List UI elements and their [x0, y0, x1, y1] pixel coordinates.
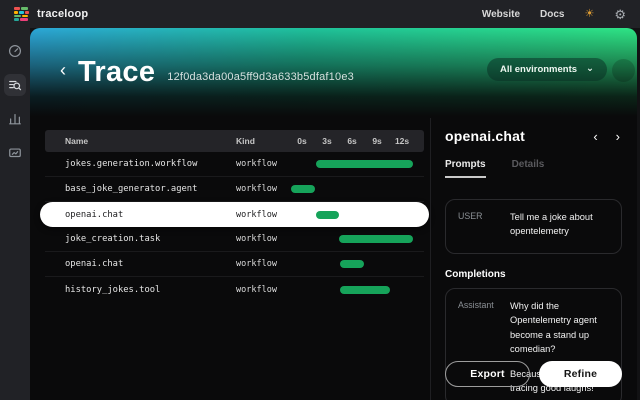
table-row[interactable]: joke_creation.task workflow [45, 227, 424, 252]
span-name: joke_creation.task [45, 234, 236, 244]
span-duration-bar [316, 160, 413, 168]
span-timeline [291, 152, 424, 176]
main-panel: ‹ Trace 12f0da3da00a5ff9d3a633b5dfaf10e3… [30, 28, 637, 400]
span-name: openai.chat [45, 210, 236, 220]
prompt-message: USER Tell me a joke about opentelemetry [445, 199, 622, 254]
theme-toggle-sun-icon[interactable]: ☀ [584, 9, 594, 20]
sidebar-nav [0, 28, 30, 400]
detail-tabs: Prompts Details [445, 159, 622, 178]
sidebar-item-monitors[interactable] [4, 142, 26, 164]
span-duration-bar [339, 235, 413, 243]
span-timeline [291, 177, 424, 201]
span-duration-bar [340, 286, 390, 294]
trace-rows: jokes.generation.workflow workflow base_… [45, 152, 424, 302]
column-header-name: Name [45, 136, 236, 146]
trace-header: ‹ Trace 12f0da3da00a5ff9d3a633b5dfaf10e3… [30, 28, 637, 118]
timeline-tick-label: 6s [347, 136, 356, 146]
traceloop-logo-icon [14, 7, 29, 21]
span-kind: workflow [236, 184, 291, 194]
span-kind: workflow [236, 285, 291, 295]
monitors-icon [8, 146, 22, 160]
website-link[interactable]: Website [482, 9, 520, 20]
column-header-kind: Kind [236, 136, 291, 146]
table-row[interactable]: openai.chat workflow [45, 252, 424, 277]
span-kind: workflow [236, 259, 291, 269]
brand-name: traceloop [37, 8, 88, 20]
timeline-tick-label: 12s [395, 136, 409, 146]
prompt-role-label: USER [458, 210, 510, 221]
sidebar-item-traces[interactable] [4, 74, 26, 96]
table-row[interactable]: history_jokes.tool workflow [45, 277, 424, 302]
prompt-text: Tell me a joke about opentelemetry [510, 210, 609, 239]
span-timeline [291, 252, 424, 276]
span-name: jokes.generation.workflow [45, 159, 236, 169]
completion-role-label: Assistant [458, 299, 510, 310]
trace-id: 12f0da3da00a5ff9d3a633b5dfaf10e3 [167, 71, 354, 83]
timeline-ticks: 0s 3s 6s 9s 12s [291, 130, 424, 152]
sidebar-item-analytics[interactable] [4, 108, 26, 130]
dashboard-icon [8, 44, 22, 58]
avatar[interactable] [612, 59, 635, 82]
span-detail-panel: openai.chat ‹ › Prompts Details USER Tel… [430, 118, 637, 400]
timeline-tick-label: 3s [322, 136, 331, 146]
span-timeline [291, 202, 424, 227]
settings-gear-icon[interactable]: ⚙ [614, 8, 626, 21]
span-kind: workflow [236, 159, 291, 169]
timeline-tick-label: 9s [372, 136, 381, 146]
table-row[interactable]: openai.chat workflow [45, 202, 424, 227]
table-row[interactable]: jokes.generation.workflow workflow [45, 152, 424, 177]
span-detail-title: openai.chat [445, 128, 525, 144]
span-kind: workflow [236, 234, 291, 244]
spans-table: Name Kind 0s 3s 6s 9s 12s jokes.generation.w… [30, 118, 430, 400]
chevron-down-icon: ⌄ [586, 67, 594, 72]
span-timeline [291, 277, 424, 302]
traceloop-app: traceloop Website Docs ☀ ⚙ [0, 0, 640, 400]
span-kind: workflow [236, 210, 291, 220]
environment-dropdown-label: All environments [500, 64, 577, 75]
span-name: history_jokes.tool [45, 285, 236, 295]
export-button[interactable]: Export [445, 361, 530, 387]
span-duration-bar [291, 185, 315, 193]
traces-search-icon [8, 78, 22, 92]
tab-details[interactable]: Details [512, 159, 545, 178]
tab-prompts[interactable]: Prompts [445, 159, 486, 178]
back-chevron-icon[interactable]: ‹ [60, 61, 66, 79]
sidebar-item-dashboard[interactable] [4, 40, 26, 62]
completion-paragraph-1: Why did the Opentelemetry agent become a… [510, 299, 609, 357]
table-header: Name Kind 0s 3s 6s 9s 12s [45, 130, 424, 152]
next-span-icon[interactable]: › [616, 130, 620, 143]
completions-heading: Completions [445, 269, 622, 280]
span-timeline [291, 227, 424, 251]
span-name: openai.chat [45, 259, 236, 269]
page-title: Trace [78, 58, 155, 87]
environment-dropdown[interactable]: All environments ⌄ [487, 58, 607, 81]
timeline-tick-label: 0s [297, 136, 306, 146]
span-name: base_joke_generator.agent [45, 184, 236, 194]
analytics-icon [8, 112, 22, 126]
span-duration-bar [340, 260, 364, 268]
top-bar: traceloop Website Docs ☀ ⚙ [0, 0, 640, 28]
prev-span-icon[interactable]: ‹ [593, 130, 597, 143]
table-row[interactable]: base_joke_generator.agent workflow [45, 177, 424, 202]
span-duration-bar [316, 211, 339, 219]
refine-button[interactable]: Refine [539, 361, 622, 387]
docs-link[interactable]: Docs [540, 9, 564, 20]
